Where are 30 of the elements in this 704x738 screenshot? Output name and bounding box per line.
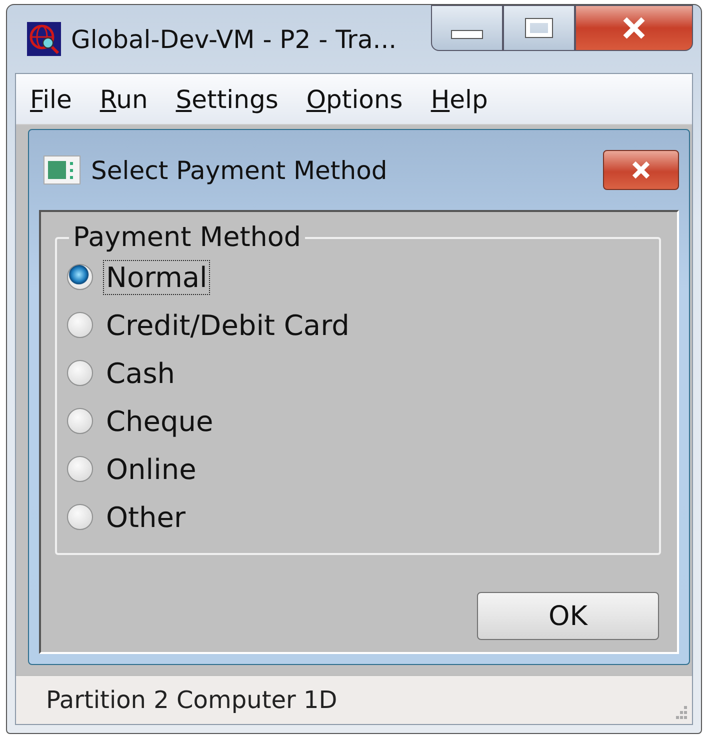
close-button[interactable] xyxy=(575,5,693,51)
window-icon xyxy=(43,155,81,185)
ok-button[interactable]: OK xyxy=(477,592,659,640)
menu-item[interactable]: Help xyxy=(430,84,488,114)
dialog-title: Select Payment Method xyxy=(91,156,388,184)
close-icon xyxy=(621,17,647,39)
radio-button[interactable] xyxy=(67,408,93,434)
close-button[interactable] xyxy=(603,150,679,190)
globe-search-icon xyxy=(27,22,61,56)
radio-button[interactable] xyxy=(67,264,93,290)
minimize-button[interactable] xyxy=(431,5,503,51)
group-label: Payment Method xyxy=(72,222,302,253)
radio-label[interactable]: Cash xyxy=(103,356,178,390)
menu-item[interactable]: File xyxy=(30,84,72,114)
close-icon xyxy=(630,160,652,180)
radio-label[interactable]: Normal xyxy=(103,260,210,294)
status-text: Partition 2 Computer 1D xyxy=(46,686,338,714)
radio-label[interactable]: Credit/Debit Card xyxy=(103,308,352,342)
radio-label[interactable]: Cheque xyxy=(103,404,216,438)
window-title: Global-Dev-VM - P2 - Tra... xyxy=(71,24,397,54)
menu-item[interactable]: Options xyxy=(306,84,403,114)
radio-label[interactable]: Online xyxy=(103,452,200,486)
maximize-button[interactable] xyxy=(503,5,575,51)
radio-button[interactable] xyxy=(67,312,93,338)
radio-button[interactable] xyxy=(67,504,93,530)
menu-item[interactable]: Run xyxy=(100,84,148,114)
radio-label[interactable]: Other xyxy=(103,500,189,534)
radio-button[interactable] xyxy=(67,456,93,482)
menu-item[interactable]: Settings xyxy=(176,84,278,114)
radio-button[interactable] xyxy=(67,360,93,386)
